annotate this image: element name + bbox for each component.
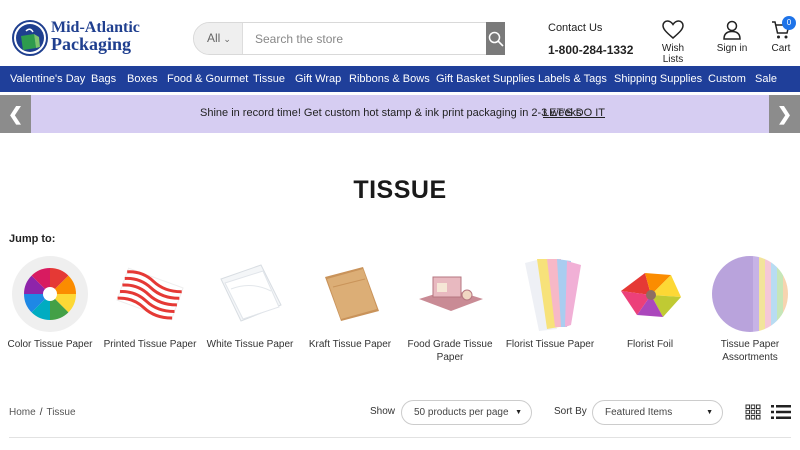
promo-prev-button[interactable]: ❮ bbox=[0, 95, 31, 133]
products-per-page-select[interactable]: 50 products per page ▼ bbox=[401, 400, 532, 425]
signin-button[interactable]: Sign in bbox=[712, 20, 752, 54]
color-wheel-icon bbox=[11, 255, 89, 333]
list-view-button[interactable] bbox=[771, 404, 791, 425]
promo-link[interactable]: LET'S DO IT bbox=[543, 107, 605, 119]
nav-item-sale[interactable]: Sale bbox=[755, 66, 777, 92]
list-icon bbox=[771, 405, 791, 419]
nav-item-ribbons-bows[interactable]: Ribbons & Bows bbox=[349, 66, 430, 92]
nav-item-valentines-day[interactable]: Valentine's Day bbox=[10, 66, 85, 92]
category-label: Color Tissue Paper bbox=[7, 339, 93, 350]
chevron-left-icon: ❮ bbox=[7, 104, 24, 124]
user-icon bbox=[723, 20, 741, 40]
jump-to-label: Jump to: bbox=[9, 233, 56, 245]
category-kraft-tissue-paper[interactable]: Kraft Tissue Paper bbox=[300, 255, 400, 351]
show-label: Show bbox=[370, 406, 396, 417]
nav-item-boxes[interactable]: Boxes bbox=[127, 66, 158, 92]
breadcrumb-separator: / bbox=[39, 407, 43, 418]
toolbar-divider bbox=[9, 437, 791, 438]
nav-item-shipping-supplies[interactable]: Shipping Supplies bbox=[614, 66, 702, 92]
brand-line2: Packaging bbox=[51, 34, 132, 54]
promo-text: Shine in record time! Get custom hot sta… bbox=[200, 107, 582, 119]
category-color-tissue-paper[interactable]: Color Tissue Paper bbox=[0, 255, 100, 351]
category-label: Food Grade Tissue Paper bbox=[407, 339, 493, 363]
search-input[interactable] bbox=[242, 23, 486, 54]
category-label: White Tissue Paper bbox=[206, 339, 294, 350]
grid-icon bbox=[745, 404, 761, 420]
breadcrumb-current: Tissue bbox=[46, 407, 76, 418]
category-label: Kraft Tissue Paper bbox=[308, 339, 392, 350]
florist-foil-icon bbox=[611, 255, 689, 333]
cart-count-badge: 0 bbox=[782, 16, 796, 30]
chevron-right-icon: ❯ bbox=[776, 104, 793, 124]
breadcrumb-home[interactable]: Home bbox=[9, 407, 36, 418]
promo-banner: ❮ Shine in record time! Get custom hot s… bbox=[0, 95, 800, 133]
signin-label: Sign in bbox=[716, 43, 748, 54]
sort-select[interactable]: Featured Items ▼ bbox=[592, 400, 723, 425]
contact-us-link[interactable]: Contact Us bbox=[548, 22, 633, 34]
cart-label: Cart bbox=[771, 43, 791, 54]
page-title: TISSUE bbox=[353, 176, 447, 204]
logo-bag-icon bbox=[12, 20, 48, 56]
category-food-grade-tissue-paper[interactable]: Food Grade Tissue Paper bbox=[400, 255, 500, 364]
breadcrumb: Home / Tissue bbox=[9, 407, 76, 418]
category-printed-tissue-paper[interactable]: Printed Tissue Paper bbox=[100, 255, 200, 351]
tissue-assortment-icon bbox=[711, 255, 789, 333]
nav-item-bags[interactable]: Bags bbox=[91, 66, 116, 92]
category-label: Tissue Paper Assortments bbox=[720, 339, 780, 363]
nav-item-gift-basket-supplies[interactable]: Gift Basket Supplies bbox=[436, 66, 535, 92]
brand-logo[interactable]: Mid-Atlantic Packaging bbox=[12, 18, 144, 56]
cart-button[interactable]: Cart 0 bbox=[766, 16, 796, 54]
nav-item-food-gourmet[interactable]: Food & Gourmet bbox=[167, 66, 248, 92]
sort-value: Featured Items bbox=[605, 407, 673, 418]
contact-block: Contact Us 1-800-284-1332 bbox=[548, 22, 633, 57]
nav-item-tissue[interactable]: Tissue bbox=[253, 66, 285, 92]
wishlist-label: Wish Lists bbox=[661, 43, 685, 65]
category-florist-tissue-paper[interactable]: Florist Tissue Paper bbox=[500, 255, 600, 351]
category-white-tissue-paper[interactable]: White Tissue Paper bbox=[200, 255, 300, 351]
phone-number[interactable]: 1-800-284-1332 bbox=[548, 43, 633, 57]
printed-tissue-icon bbox=[111, 255, 189, 333]
category-label: Florist Tissue Paper bbox=[505, 339, 595, 350]
heart-icon bbox=[662, 20, 684, 39]
white-tissue-icon bbox=[211, 255, 289, 333]
category-florist-foil[interactable]: Florist Foil bbox=[600, 255, 700, 351]
grid-view-button[interactable] bbox=[745, 404, 761, 425]
kraft-tissue-icon bbox=[311, 255, 389, 333]
category-label: Florist Foil bbox=[626, 339, 674, 350]
search-button[interactable] bbox=[486, 22, 505, 55]
nav-item-gift-wrap[interactable]: Gift Wrap bbox=[295, 66, 341, 92]
nav-item-labels-tags[interactable]: Labels & Tags bbox=[538, 66, 607, 92]
category-label: Printed Tissue Paper bbox=[103, 339, 197, 350]
caret-down-icon: ▼ bbox=[515, 409, 522, 416]
products-per-page-value: 50 products per page bbox=[414, 407, 509, 418]
florist-tissue-icon bbox=[511, 255, 589, 333]
chevron-down-icon: ⌄ bbox=[223, 34, 231, 44]
search-category-select[interactable]: All ⌄ bbox=[194, 23, 242, 54]
wishlist-button[interactable]: Wish Lists bbox=[651, 20, 695, 65]
category-tissue-paper-assortments[interactable]: Tissue Paper Assortments bbox=[700, 255, 800, 364]
food-grade-tissue-icon bbox=[411, 255, 489, 333]
caret-down-icon: ▼ bbox=[706, 409, 713, 416]
search-icon bbox=[488, 31, 504, 47]
nav-item-custom[interactable]: Custom bbox=[708, 66, 746, 92]
promo-next-button[interactable]: ❯ bbox=[769, 95, 800, 133]
search-bar: All ⌄ bbox=[193, 22, 505, 55]
site-header: Mid-Atlantic Packaging All⌄ Contact Us 1… bbox=[0, 0, 800, 66]
main-nav: Valentine's Day Bags Boxes Food & Gourme… bbox=[0, 66, 800, 92]
sort-label: Sort By bbox=[554, 406, 587, 417]
